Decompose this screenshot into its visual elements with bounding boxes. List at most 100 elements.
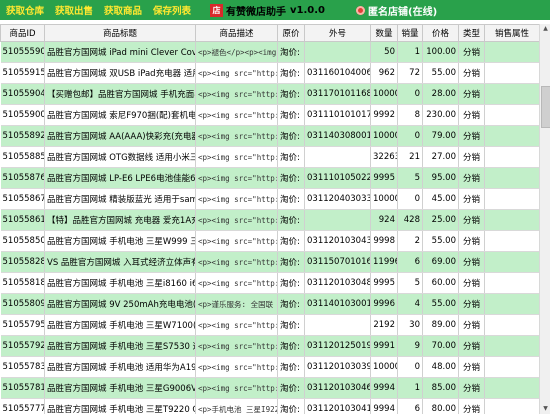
col-price-header[interactable]: 价格 — [422, 24, 459, 42]
col-title-header[interactable]: 商品标题 — [44, 24, 196, 42]
cell-description: <p><img src="http://in — [195, 125, 278, 147]
table-header-row: 商品ID 商品标题 商品描述 原价 外号 数量 销量 价格 类型 销售属性 — [0, 24, 539, 42]
table-row[interactable]: 51055867品胜官方国网城 精装版蓝光 适用于samsung三星S9<p><… — [0, 188, 539, 210]
cell-code: 031120103039 — [304, 356, 371, 378]
cell-sales: 21 — [397, 146, 423, 168]
col-type-header[interactable]: 类型 — [458, 24, 485, 42]
cell-type: 分销 — [458, 377, 485, 399]
table-row[interactable]: 51055795品胜官方国网城 手机电池 三星W7100(Note2 E250S… — [0, 314, 539, 336]
cell-price: 69.00 — [422, 251, 459, 273]
cell-sales: 0 — [397, 83, 423, 105]
cell-sale-attributes — [484, 293, 539, 315]
scroll-up-icon[interactable]: ▲ — [540, 24, 550, 34]
shop-status: 匿名店铺(在线) — [368, 7, 438, 18]
cell-type: 分销 — [458, 41, 485, 63]
status-dot-icon — [356, 6, 365, 15]
cell-code: 031170101168 — [304, 83, 371, 105]
table-row[interactable]: 51055828VS 品胜官方国网城 入耳式经济立体声有线耳机 HM<p><im… — [0, 251, 539, 273]
col-original-price-header[interactable]: 原价 — [277, 24, 305, 42]
cell-sale-attributes — [484, 377, 539, 399]
table-row[interactable]: 51055885品胜官方国网城 OTG数据线 适用小米三星华为手机<p><img… — [0, 146, 539, 168]
table-row[interactable]: 51055792品胜官方国网城 手机电池 三星S7530 适用于Ascen<p>… — [0, 335, 539, 357]
col-code-header[interactable]: 外号 — [304, 24, 371, 42]
cell-title: 品胜官方国网城 手机电池 三星T9220 Galaxy Note — [44, 398, 196, 414]
cell-code: 031120103043 — [304, 230, 371, 252]
cell-sales: 6 — [397, 251, 423, 273]
cell-type: 分销 — [458, 146, 485, 168]
col-sale-attributes-header[interactable]: 销售属性 — [484, 24, 539, 42]
cell-sale-attributes — [484, 356, 539, 378]
col-description-header[interactable]: 商品描述 — [195, 24, 278, 42]
table-row[interactable]: 51055904【买赠包邮】品胜官方国网城 手机充面8膜 华为<p><img s… — [0, 83, 539, 105]
cell-description: <p>褪色</p><p><img src — [195, 41, 278, 63]
get-on-sale-button[interactable]: 获取出售 — [55, 3, 93, 17]
table-row[interactable]: 51055900品胜官方国网城 索尼F970捆(配)套机电池(SC55 FD8<… — [0, 104, 539, 126]
cell-quantity: 10000 — [370, 125, 398, 147]
cell-code — [304, 209, 371, 231]
col-product-id-header[interactable]: 商品ID — [0, 24, 45, 42]
table-row[interactable]: 51055781品胜官方国网城 手机电池 三星G9006V(G9006V)电<p… — [0, 377, 539, 399]
table-row[interactable]: 51055892品胜官方国网城 AA(AAA)快彩充(充电器电池电源组<p><i… — [0, 125, 539, 147]
cell-title: 品胜官方国网城 索尼F970捆(配)套机电池(SC55 FD8 — [44, 104, 196, 126]
table-row[interactable]: 51055809品胜官方国网城 9V 250mAh充电电池(每卡1粒) [麦<p… — [0, 293, 539, 315]
cell-price: 80.00 — [422, 398, 459, 414]
table-row[interactable]: 51055818品胜官方国网城 手机电池 三星i8160 i699 iT39 i… — [0, 272, 539, 294]
cell-product-id: 51055892 — [0, 125, 45, 147]
cell-sales: 5 — [397, 272, 423, 294]
cell-original-price: 淘价: — [277, 356, 305, 378]
cell-sales: 30 — [397, 314, 423, 336]
cell-original-price: 淘价: — [277, 272, 305, 294]
cell-code: 031110105022 — [304, 167, 371, 189]
table-row[interactable]: 51055777品胜官方国网城 手机电池 三星T9220 Galaxy Note… — [0, 398, 539, 414]
table-row[interactable]: 51055590品胜官方国网城 iPad mini Clever Cover提件… — [0, 41, 539, 63]
cell-original-price: 淘价: — [277, 146, 305, 168]
cell-price: 60.00 — [422, 272, 459, 294]
cell-original-price: 淘价: — [277, 41, 305, 63]
cell-product-id: 51055777 — [0, 398, 45, 414]
cell-product-id: 51055885 — [0, 146, 45, 168]
save-list-button[interactable]: 保存列表 — [153, 3, 191, 17]
vertical-scrollbar[interactable]: ▲ ▼ — [539, 24, 550, 414]
get-products-button[interactable]: 获取商品 — [104, 3, 142, 17]
cell-quantity: 9991 — [370, 335, 398, 357]
table-row[interactable]: 51055850品胜官方国网城 手机电池 三星W999 三星S7530电池<p>… — [0, 230, 539, 252]
cell-quantity: 2192 — [370, 314, 398, 336]
cell-sales: 0 — [397, 188, 423, 210]
cell-title: 【买赠包邮】品胜官方国网城 手机充面8膜 华为 — [44, 83, 196, 105]
scroll-down-icon[interactable]: ▼ — [540, 404, 550, 414]
table-row[interactable]: 51055876品胜官方国网城 LP-E6 LPE6电池佳能600D 7000D… — [0, 167, 539, 189]
cell-product-id: 51055876 — [0, 167, 45, 189]
cell-quantity: 50 — [370, 41, 398, 63]
table-row[interactable]: 51055861【特】品胜官方国网城 充电器 爱充1A充电头 适用<p><img… — [0, 209, 539, 231]
cell-code: 031110101017 — [304, 104, 371, 126]
cell-price: 70.00 — [422, 335, 459, 357]
cell-title: 品胜官方国网城 OTG数据线 适用小米三星华为手机 — [44, 146, 196, 168]
col-quantity-header[interactable]: 数量 — [370, 24, 398, 42]
cell-sale-attributes — [484, 146, 539, 168]
cell-price: 45.00 — [422, 188, 459, 210]
cell-sales: 4 — [397, 293, 423, 315]
cell-original-price: 淘价: — [277, 293, 305, 315]
cell-description: <p><img src="http://in — [195, 62, 278, 84]
get-warehouse-button[interactable]: 获取仓库 — [6, 3, 44, 17]
cell-price: 55.00 — [422, 62, 459, 84]
cell-description: <p>手机电池 三星I922 — [195, 398, 278, 414]
cell-title: 品胜官方国网城 双USB iPad充电器 适用于iPad 三 — [44, 62, 196, 84]
cell-type: 分销 — [458, 251, 485, 273]
cell-sales: 2 — [397, 230, 423, 252]
cell-original-price: 淘价: — [277, 167, 305, 189]
cell-sale-attributes — [484, 125, 539, 147]
table-row[interactable]: 51055783品胜官方国网城 手机电池 适用华为A199(华为Ascen<p>… — [0, 356, 539, 378]
cell-code: 031140308001 — [304, 125, 371, 147]
scroll-thumb[interactable] — [541, 86, 550, 128]
cell-price: 28.00 — [422, 83, 459, 105]
table-row[interactable]: 51055915品胜官方国网城 双USB iPad充电器 适用于iPad 三<p… — [0, 62, 539, 84]
cell-type: 分销 — [458, 314, 485, 336]
cell-title: 【特】品胜官方国网城 充电器 爱充1A充电头 适用 — [44, 209, 196, 231]
cell-description: <p><img src="http://in — [195, 272, 278, 294]
col-sales-header[interactable]: 销量 — [397, 24, 423, 42]
product-grid[interactable]: 商品ID 商品标题 商品描述 原价 外号 数量 销量 价格 类型 销售属性 51055590 品胜官… — [0, 24, 539, 414]
cell-code: 031120103046 — [304, 377, 371, 399]
cell-code — [304, 41, 371, 63]
product-table: 商品ID 商品标题 商品描述 原价 外号 数量 销量 价格 类型 销售属性 51055590 品胜官… — [0, 24, 539, 414]
